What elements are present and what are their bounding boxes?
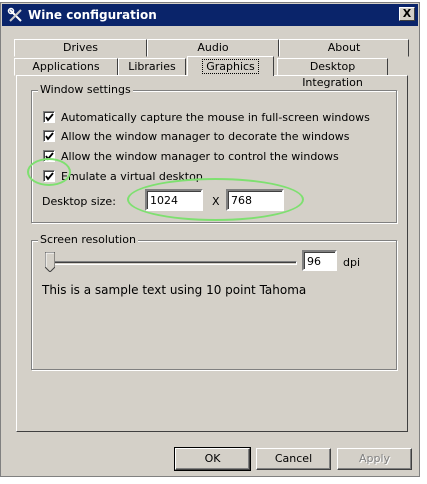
wm-decorate-label: Allow the window manager to decorate the… — [61, 130, 350, 143]
wm-control-label: Allow the window manager to control the … — [61, 150, 339, 163]
graphics-panel: Window settings Automatically capture th… — [16, 75, 408, 432]
group-label: Screen resolution — [38, 233, 138, 247]
checkmark-icon — [45, 152, 54, 161]
dpi-input[interactable]: 96 — [302, 250, 337, 271]
sample-text: This is a sample text using 10 point Tah… — [42, 283, 307, 297]
tab-label: Libraries — [128, 60, 176, 73]
close-button[interactable]: X — [399, 7, 415, 21]
close-icon: X — [402, 7, 412, 20]
dpi-unit-label: dpi — [343, 256, 361, 269]
desktop-height-input[interactable]: 768 — [226, 189, 284, 211]
wm-decorate-checkbox[interactable] — [43, 130, 55, 142]
tab-libraries[interactable]: Libraries — [118, 58, 186, 76]
tab-graphics[interactable]: Graphics — [187, 56, 274, 76]
checkmark-icon — [45, 172, 54, 181]
tab-label: Audio — [197, 41, 229, 54]
dpi-slider-track[interactable] — [45, 261, 297, 265]
dpi-slider-thumb[interactable] — [45, 252, 55, 272]
apply-button[interactable]: Apply — [337, 448, 412, 470]
apply-label: Apply — [358, 452, 391, 465]
wm-control-checkbox[interactable] — [43, 150, 55, 162]
tab-label: Graphics — [202, 59, 259, 74]
dpi-value: 96 — [307, 255, 321, 268]
desktop-width-input[interactable]: 1024 — [145, 189, 203, 211]
ok-button[interactable]: OK — [174, 447, 251, 471]
tab-desktop-integration[interactable]: Desktop Integration — [277, 58, 388, 89]
title-bar[interactable]: Wine configuration X — [2, 4, 418, 26]
checkmark-icon — [45, 132, 54, 141]
virtual-desktop-label: Emulate a virtual desktop — [61, 170, 203, 183]
desktop-width-value: 1024 — [150, 194, 178, 207]
capture-mouse-checkbox[interactable] — [43, 111, 55, 123]
window-title: Wine configuration — [28, 8, 157, 22]
desktop-height-value: 768 — [231, 194, 252, 207]
tab-label: About — [327, 41, 361, 54]
tab-about[interactable]: About — [279, 39, 409, 57]
tab-audio[interactable]: Audio — [147, 39, 279, 57]
tab-label: Drives — [62, 41, 99, 54]
cancel-button[interactable]: Cancel — [256, 448, 331, 470]
checkmark-icon — [45, 113, 54, 122]
ok-label: OK — [204, 452, 221, 465]
group-label: Window settings — [38, 83, 133, 97]
capture-mouse-label: Automatically capture the mouse in full-… — [61, 111, 370, 124]
tab-label: Applications — [32, 60, 100, 73]
cancel-label: Cancel — [274, 452, 313, 465]
wine-config-window: Wine configuration X Drives Audio About … — [0, 2, 420, 477]
wine-tools-icon — [7, 7, 22, 22]
tab-drives[interactable]: Drives — [14, 39, 147, 57]
desktop-size-label: Desktop size: — [42, 195, 116, 208]
virtual-desktop-checkbox[interactable] — [43, 170, 55, 182]
tab-applications[interactable]: Applications — [14, 58, 118, 76]
size-separator: X — [212, 195, 220, 208]
